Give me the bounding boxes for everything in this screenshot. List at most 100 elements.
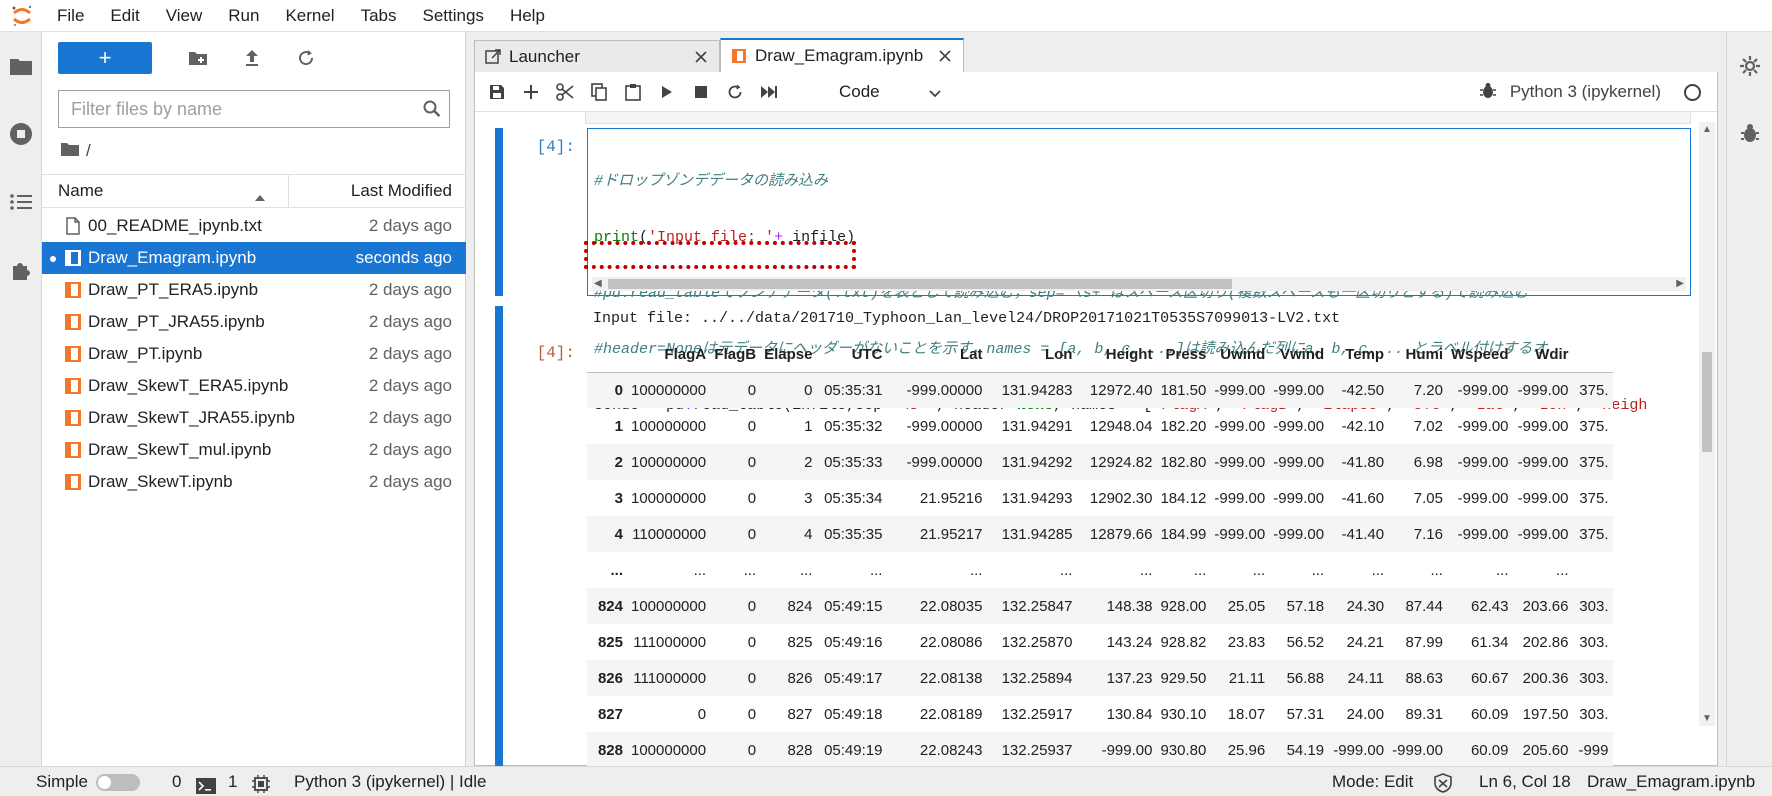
main-dock-area: Launcher Draw_Emagram.ipynb Code Python … [466, 32, 1726, 766]
menu-settings[interactable]: Settings [410, 0, 497, 32]
table-cell: 375. [1579, 525, 1609, 543]
file-row[interactable]: Draw_SkewT_ERA5.ipynb 2 days ago [42, 370, 466, 402]
extensions-icon[interactable] [0, 250, 42, 290]
menu-view[interactable]: View [153, 0, 216, 32]
menu-kernel[interactable]: Kernel [272, 0, 347, 32]
running-kernels-icon[interactable] [0, 114, 42, 154]
close-icon[interactable] [691, 47, 711, 67]
file-row[interactable]: Draw_PT.ipynb 2 days ago [42, 338, 466, 370]
upload-icon[interactable] [232, 42, 272, 74]
refresh-icon[interactable] [286, 42, 326, 74]
new-launcher-button[interactable]: + [58, 42, 152, 74]
copy-icon[interactable] [583, 78, 615, 106]
scroll-down-icon[interactable]: ▼ [1702, 713, 1712, 724]
menu-help[interactable]: Help [497, 0, 558, 32]
debugger-icon[interactable] [1479, 82, 1497, 105]
kernels-count[interactable]: 1 [228, 767, 237, 796]
scrollbar-thumb[interactable] [608, 279, 1232, 289]
code-horizontal-scrollbar[interactable]: ◀ ▶ [592, 277, 1686, 291]
paste-icon[interactable] [617, 78, 649, 106]
row-index: ... [610, 561, 623, 579]
kernel-name[interactable]: Python 3 (ipykernel) [1510, 72, 1661, 112]
table-cell: 22.08035 [919, 597, 983, 615]
table-cell: -999.00 [1457, 453, 1509, 471]
scroll-left-icon[interactable]: ◀ [594, 278, 602, 289]
table-cell: 89.31 [1405, 705, 1443, 723]
breadcrumb-root[interactable]: / [86, 141, 91, 161]
previous-cell[interactable] [585, 112, 1691, 124]
scroll-right-icon[interactable]: ▶ [1676, 278, 1684, 289]
table-cell: 184.12 [1160, 489, 1207, 507]
tab-draw-emagram[interactable]: Draw_Emagram.ipynb [720, 38, 964, 72]
kernel-chip-icon[interactable] [252, 773, 270, 793]
table-of-contents-icon[interactable] [0, 182, 42, 222]
kernel-status-text[interactable]: Python 3 (ipykernel) | Idle [294, 767, 486, 796]
input-collapser[interactable] [495, 128, 503, 296]
notebook-content[interactable]: [4]: #ドロップゾンデデータの読み込み print('Input file:… [475, 112, 1717, 766]
restart-icon[interactable] [719, 78, 751, 106]
table-cell: 303. [1579, 633, 1609, 651]
tab-launcher[interactable]: Launcher [474, 40, 720, 72]
output-collapser[interactable] [495, 306, 503, 766]
run-icon[interactable] [651, 78, 683, 106]
property-inspector-icon[interactable] [1727, 46, 1772, 86]
cursor-position[interactable]: Ln 6, Col 18 [1479, 767, 1571, 796]
scrollbar-thumb[interactable] [1702, 352, 1712, 452]
filter-files-input[interactable] [59, 92, 415, 126]
simple-mode-toggle[interactable] [96, 774, 140, 791]
insert-cell-icon[interactable] [515, 78, 547, 106]
tab-bar: Launcher Draw_Emagram.ipynb [474, 38, 1718, 72]
table-cell: 12948.04 [1089, 417, 1153, 435]
table-cell: 375. [1579, 489, 1609, 507]
save-icon[interactable] [481, 78, 513, 106]
folder-icon[interactable] [0, 46, 42, 86]
file-row[interactable]: Draw_Emagram.ipynb seconds ago [42, 242, 466, 274]
menu-file[interactable]: File [44, 0, 97, 32]
chevron-down-icon [929, 84, 941, 104]
column-divider[interactable] [288, 175, 289, 207]
dataframe-column-header: UTC [816, 338, 887, 373]
menu-run[interactable]: Run [215, 0, 272, 32]
column-header-last-modified[interactable]: Last Modified [351, 175, 452, 207]
table-cell: -999 [1578, 741, 1609, 759]
notebook-icon [64, 345, 82, 363]
terminal-icon[interactable] [196, 774, 216, 794]
left-activity-bar [0, 32, 42, 766]
stop-icon[interactable] [685, 78, 717, 106]
file-row[interactable]: Draw_SkewT_mul.ipynb 2 days ago [42, 434, 466, 466]
debugger-sidebar-icon[interactable] [1727, 114, 1772, 154]
terminals-count[interactable]: 0 [172, 767, 181, 796]
file-row[interactable]: Draw_SkewT.ipynb 2 days ago [42, 466, 466, 498]
menu-edit[interactable]: Edit [97, 0, 152, 32]
table-cell: 303. [1579, 669, 1609, 687]
trusted-shield-icon[interactable] [1434, 773, 1452, 793]
table-row: 826 111000000 0 826 05:49:17 22.08138 132.2589… [587, 660, 1613, 696]
file-name: 00_README_ipynb.txt [88, 216, 262, 235]
table-cell: 375. [1579, 417, 1609, 435]
file-modified: 2 days ago [368, 216, 452, 235]
close-icon[interactable] [935, 46, 955, 66]
table-cell: 100000000 [631, 489, 707, 507]
table-cell: 827 [787, 705, 813, 723]
file-modified: 2 days ago [368, 472, 452, 491]
menu-tabs[interactable]: Tabs [348, 0, 410, 32]
new-folder-icon[interactable] [178, 42, 218, 74]
table-cell: ... [799, 561, 813, 579]
column-header-name[interactable]: Name [58, 175, 103, 207]
fast-forward-icon[interactable] [753, 78, 785, 106]
file-row[interactable]: Draw_SkewT_JRA55.ipynb 2 days ago [42, 402, 466, 434]
cut-icon[interactable] [549, 78, 581, 106]
notebook-vertical-scrollbar[interactable]: ▲ ▼ [1699, 122, 1715, 726]
file-row[interactable]: Draw_PT_JRA55.ipynb 2 days ago [42, 306, 466, 338]
sort-ascending-icon[interactable] [254, 187, 266, 207]
table-cell: ... [1139, 561, 1153, 579]
table-cell: 0 [747, 741, 757, 759]
table-cell: 826 [787, 669, 813, 687]
scroll-up-icon[interactable]: ▲ [1702, 124, 1712, 135]
code-editor[interactable]: #ドロップゾンデデータの読み込み print('Input file: '+ i… [584, 128, 1691, 470]
cell-type-dropdown[interactable]: Code [839, 78, 949, 106]
input-prompt: [4]: [536, 138, 575, 156]
file-row[interactable]: 00_README_ipynb.txt 2 days ago [42, 210, 466, 242]
file-row[interactable]: Draw_PT_ERA5.ipynb 2 days ago [42, 274, 466, 306]
folder-icon[interactable] [60, 141, 80, 162]
